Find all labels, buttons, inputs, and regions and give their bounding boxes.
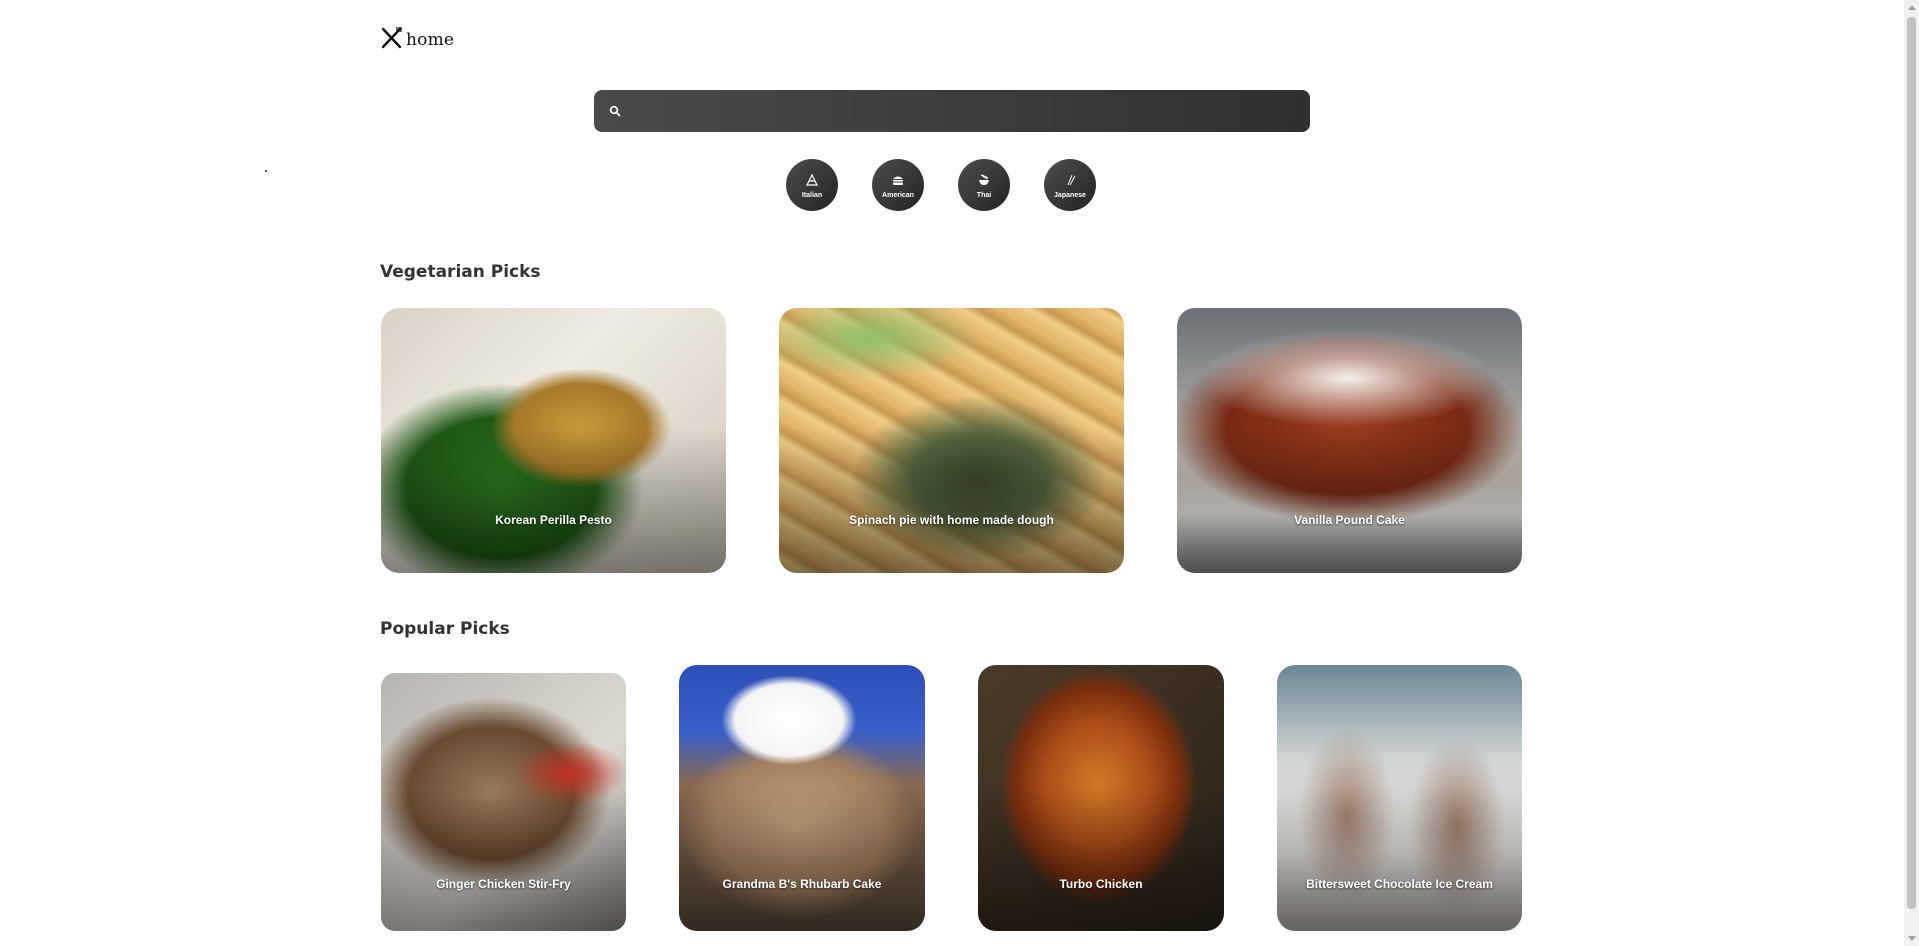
cuisine-categories: Italian American Thai Japanese <box>786 159 1096 211</box>
pizza-icon <box>805 171 819 190</box>
recipe-title: Vanilla Pound Cake <box>1294 513 1405 527</box>
burger-icon <box>891 171 905 190</box>
page: home Italian American Thai Japanese Vege… <box>0 0 1919 946</box>
popular-picks-heading: Popular Picks <box>380 619 510 639</box>
cuisine-label: Italian <box>801 192 823 199</box>
recipe-title: Grandma B's Rhubarb Cake <box>722 877 882 891</box>
recipe-card-turbo-chicken[interactable]: Turbo Chicken <box>978 665 1224 931</box>
logo-text: home <box>406 30 455 50</box>
chopsticks-icon <box>1063 171 1077 190</box>
search-icon <box>604 100 626 122</box>
recipe-title: Bittersweet Chocolate Ice Cream <box>1306 877 1493 891</box>
vertical-scrollbar[interactable] <box>1904 0 1919 946</box>
recipe-card-korean-perilla-pesto[interactable]: Korean Perilla Pesto <box>381 308 726 573</box>
recipe-title: Korean Perilla Pesto <box>495 513 612 527</box>
recipe-title: Turbo Chicken <box>1059 877 1143 891</box>
cuisine-button-italian[interactable]: Italian <box>786 159 838 211</box>
recipe-title: Spinach pie with home made dough <box>849 513 1054 527</box>
cuisine-button-american[interactable]: American <box>872 159 924 211</box>
noodle-bowl-icon <box>977 171 991 190</box>
cuisine-label: Japanese <box>1054 192 1086 199</box>
scrollbar-thumb[interactable] <box>1907 17 1916 909</box>
search-input[interactable] <box>626 89 1310 133</box>
vegetarian-picks-heading: Vegetarian Picks <box>380 262 541 282</box>
cuisine-button-thai[interactable]: Thai <box>958 159 1010 211</box>
search-bar <box>594 89 1310 133</box>
home-logo-link[interactable]: home <box>380 26 454 54</box>
scroll-down-arrow-icon[interactable] <box>1908 936 1916 941</box>
recipe-card-spinach-pie[interactable]: Spinach pie with home made dough <box>779 308 1124 573</box>
recipe-title: Ginger Chicken Stir-Fry <box>436 877 571 891</box>
cuisine-button-japanese[interactable]: Japanese <box>1044 159 1096 211</box>
stray-dot <box>265 170 267 172</box>
recipe-card-grandma-bs-rhubarb-cake[interactable]: Grandma B's Rhubarb Cake <box>679 665 925 931</box>
cuisine-label: American <box>882 192 914 199</box>
cuisine-label: Thai <box>976 192 992 199</box>
scroll-up-arrow-icon[interactable] <box>1908 5 1916 10</box>
recipe-card-ginger-chicken-stir-fry[interactable]: Ginger Chicken Stir-Fry <box>381 673 626 931</box>
recipe-card-vanilla-pound-cake[interactable]: Vanilla Pound Cake <box>1177 308 1522 573</box>
recipe-card-bittersweet-chocolate-ice-cream[interactable]: Bittersweet Chocolate Ice Cream <box>1277 665 1522 931</box>
crossed-utensils-icon <box>380 26 404 54</box>
